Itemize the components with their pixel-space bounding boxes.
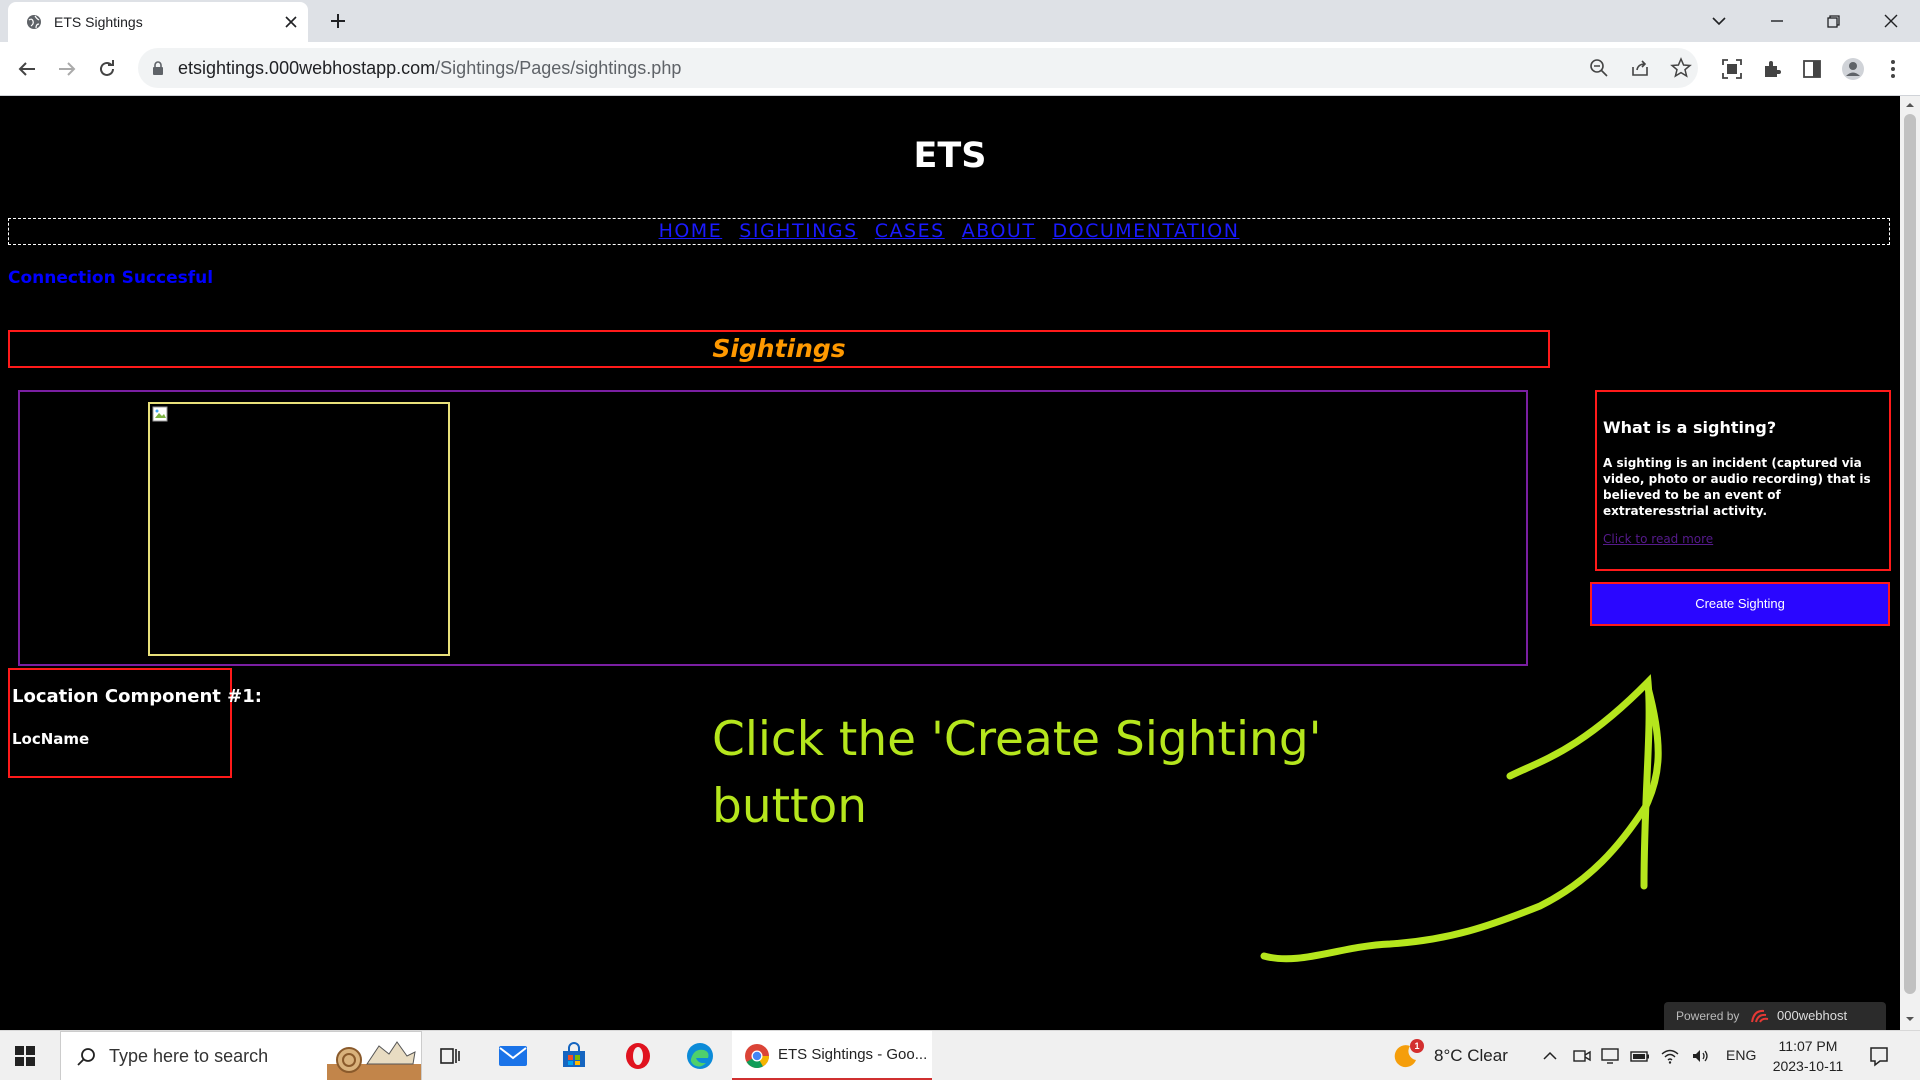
language-indicator[interactable]: ENG — [1726, 1047, 1756, 1063]
sighting-image — [148, 402, 450, 656]
clock-time: 11:07 PM — [1778, 1038, 1838, 1054]
nav-link-sightings[interactable]: SIGHTINGS — [739, 220, 857, 242]
taskbar-chrome-window[interactable]: ETS Sightings - Goo... — [732, 1031, 932, 1080]
page-scrollbar[interactable] — [1900, 96, 1920, 1030]
broken-image-icon — [152, 406, 168, 422]
opera-icon[interactable] — [624, 1042, 652, 1070]
extensions-icon[interactable] — [1760, 57, 1784, 81]
address-bar[interactable]: etsightings.000webhostapp.com/Sightings/… — [138, 48, 1698, 88]
windows-taskbar: Type here to search ETS Sightings - Goo.… — [0, 1030, 1920, 1080]
connection-status: Connection Succesful — [8, 268, 214, 288]
microsoft-store-icon[interactable] — [560, 1042, 588, 1070]
lock-icon[interactable] — [150, 60, 166, 76]
info-title: What is a sighting? — [1603, 418, 1777, 437]
url-host: etsightings.000webhostapp.com — [178, 58, 436, 78]
search-placeholder: Type here to search — [109, 1046, 269, 1066]
hosting-badge[interactable]: Powered by 000webhost — [1664, 1002, 1886, 1030]
edge-icon[interactable] — [686, 1042, 714, 1070]
bookmark-star-icon[interactable] — [1670, 57, 1692, 79]
windows-start-icon[interactable] — [14, 1045, 36, 1067]
notification-center-icon[interactable] — [1868, 1045, 1890, 1067]
zoom-out-icon[interactable] — [1588, 57, 1610, 79]
globe-icon — [27, 15, 41, 29]
location-component: Location Component #1: LocName — [8, 668, 262, 778]
info-text: A sighting is an incident (captured via … — [1603, 456, 1871, 518]
display-icon[interactable] — [1600, 1046, 1620, 1066]
site-title: ETS — [913, 136, 987, 176]
annotation-arrow-icon — [1260, 674, 1662, 963]
read-more-link[interactable]: Click to read more — [1603, 532, 1883, 546]
sightings-header: Sightings — [8, 330, 1550, 368]
location-heading: Location Component #1: — [12, 686, 262, 707]
screenshot-icon[interactable] — [1720, 57, 1744, 81]
browser-tab[interactable]: ETS Sightings — [8, 2, 308, 42]
url-text: etsightings.000webhostapp.com/Sightings/… — [178, 58, 681, 79]
minimize-icon[interactable] — [1764, 8, 1790, 34]
browser-toolbar: etsightings.000webhostapp.com/Sightings/… — [0, 42, 1920, 96]
back-arrow-icon[interactable] — [15, 57, 39, 81]
share-icon[interactable] — [1629, 57, 1651, 79]
hosting-brand: 000webhost — [1777, 1008, 1848, 1023]
clock-date: 2023-10-11 — [1772, 1058, 1844, 1074]
restore-icon[interactable] — [1820, 8, 1846, 34]
menu-kebab-icon[interactable] — [1881, 57, 1905, 81]
taskbar-clock[interactable]: 11:07 PM 2023-10-11 — [1766, 1036, 1850, 1076]
url-path: /Sightings/Pages/sightings.php — [435, 58, 682, 78]
scroll-thumb[interactable] — [1904, 114, 1916, 994]
nav-link-home[interactable]: HOME — [659, 220, 723, 242]
wifi-icon[interactable] — [1660, 1046, 1680, 1066]
location-name: LocName — [12, 730, 90, 748]
section-title: Sightings — [712, 334, 846, 363]
weather-text: 8°C Clear — [1434, 1046, 1508, 1065]
tab-search-chevron-icon[interactable] — [1706, 8, 1732, 34]
create-sighting-button[interactable]: Create Sighting — [1590, 582, 1890, 626]
chrome-icon — [745, 1044, 769, 1069]
close-tab-icon[interactable] — [282, 13, 300, 31]
main-nav: HOME SIGHTINGS CASES ABOUT DOCUMENTATION — [8, 218, 1890, 245]
reload-icon[interactable] — [95, 57, 119, 81]
volume-icon[interactable] — [1690, 1046, 1710, 1066]
mail-icon[interactable] — [498, 1043, 528, 1069]
meet-now-icon[interactable] — [1572, 1046, 1592, 1066]
close-window-icon[interactable] — [1878, 8, 1904, 34]
nav-link-about[interactable]: ABOUT — [962, 220, 1036, 242]
task-view-icon[interactable] — [438, 1044, 462, 1068]
tab-title: ETS Sightings — [54, 14, 143, 30]
browser-tab-bar: ETS Sightings — [0, 0, 1920, 42]
chrome-task-label: ETS Sightings - Goo... — [778, 1046, 928, 1063]
powered-by-label: Powered by — [1676, 1009, 1740, 1023]
new-tab-icon[interactable] — [326, 9, 350, 33]
page-content: ETS HOME SIGHTINGS CASES ABOUT DOCUMENTA… — [0, 96, 1900, 1030]
sighting-card — [18, 390, 1528, 666]
taskbar-search-box[interactable]: Type here to search — [60, 1031, 422, 1080]
profile-avatar-icon[interactable] — [1841, 57, 1865, 81]
search-icon — [77, 1048, 95, 1066]
weather-alert-badge: 1 — [1410, 1039, 1424, 1053]
nav-link-cases[interactable]: CASES — [875, 220, 945, 242]
show-hidden-icons-chevron-icon[interactable] — [1540, 1046, 1560, 1066]
search-highlight-art-icon — [327, 1041, 421, 1080]
scroll-up-arrow-icon[interactable] — [1905, 100, 1915, 110]
battery-icon[interactable] — [1630, 1046, 1650, 1066]
000webhost-logo-icon — [1751, 1009, 1769, 1023]
nav-link-documentation[interactable]: DOCUMENTATION — [1053, 220, 1240, 242]
forward-arrow-icon[interactable] — [55, 57, 79, 81]
side-panel-icon[interactable] — [1800, 57, 1824, 81]
sighting-info-box: What is a sighting? A sighting is an inc… — [1595, 390, 1891, 571]
scroll-down-arrow-icon[interactable] — [1905, 1014, 1915, 1024]
